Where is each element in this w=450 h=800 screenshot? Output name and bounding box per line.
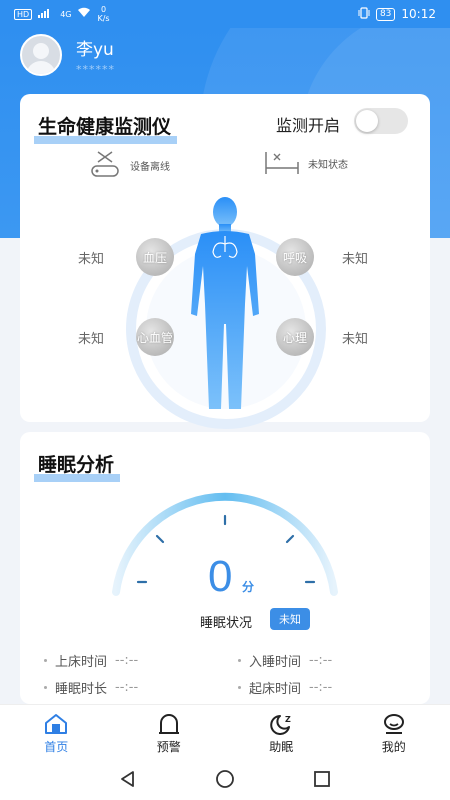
sleep-score: 0 xyxy=(208,552,233,601)
profile-icon xyxy=(382,713,406,735)
bed-status: 未知状态 xyxy=(264,150,348,176)
metric-cardiovascular[interactable]: 心血管 xyxy=(136,318,174,356)
human-body-figure xyxy=(191,197,259,409)
moon-icon: Z xyxy=(268,713,294,735)
metric-value-respiration: 未知 xyxy=(342,252,369,267)
avatar[interactable] xyxy=(20,34,62,76)
body-diagram: 血压 呼吸 心血管 心理 未知 未知 未知 未知 xyxy=(20,194,430,429)
metric-value-cardiovascular: 未知 xyxy=(78,332,105,347)
monitor-toggle-label: 监测开启 xyxy=(275,116,340,135)
recents-icon[interactable] xyxy=(312,769,332,793)
tab-home[interactable]: 首页 xyxy=(0,705,113,762)
metric-respiration[interactable]: 呼吸 xyxy=(276,238,314,276)
hd-badge: HD xyxy=(14,8,33,20)
sleep-analysis-card: 睡眠分析 0 分 睡眠状况 未知 上床时间 --:-- 入睡时间 --:-- 睡眠时… xyxy=(20,432,430,704)
alert-icon xyxy=(157,713,181,735)
tab-alert[interactable]: 预警 xyxy=(113,705,226,762)
vibrate-icon xyxy=(358,6,370,22)
system-nav-bar xyxy=(0,762,450,800)
metric-value-blood-pressure: 未知 xyxy=(78,252,105,267)
metric-value-psychology: 未知 xyxy=(342,332,369,347)
sleep-title: 睡眠分析 xyxy=(34,450,121,482)
info-sleep-onset: 入睡时间 --:-- xyxy=(238,651,332,670)
svg-text:Z: Z xyxy=(285,715,291,724)
monitor-title: 生命健康监测仪 xyxy=(34,112,178,144)
bed-icon xyxy=(264,150,300,176)
tab-sleep-aid[interactable]: Z 助眠 xyxy=(225,705,338,762)
status-bar: HD 4G 0 K/s 83 10:12 xyxy=(0,0,450,28)
device-status: 设备离线 xyxy=(88,150,170,180)
sleep-state-label: 睡眠状况 xyxy=(200,616,253,631)
back-icon[interactable] xyxy=(118,769,138,793)
info-sleep-duration: 睡眠时长 --:-- xyxy=(44,678,138,697)
sleep-score-unit: 分 xyxy=(242,580,255,594)
tab-profile[interactable]: 我的 xyxy=(338,705,450,762)
metric-blood-pressure[interactable]: 血压 xyxy=(136,238,174,276)
info-bed-time: 上床时间 --:-- xyxy=(44,651,138,670)
metric-psychology[interactable]: 心理 xyxy=(276,318,314,356)
user-profile-row[interactable]: 李yu ****** xyxy=(20,34,115,76)
device-offline-icon xyxy=(88,150,122,180)
clock: 10:12 xyxy=(401,7,436,21)
battery-indicator: 83 xyxy=(375,7,396,21)
net-speed: 0 K/s xyxy=(97,5,110,23)
health-monitor-card: 生命健康监测仪 监测开启 设备离线 未知状态 血压 呼吸 心血管 心理 未知 未… xyxy=(20,94,430,429)
info-wake-time: 起床时间 --:-- xyxy=(238,678,332,697)
home-nav-icon[interactable] xyxy=(215,769,235,793)
bottom-tab-bar: 首页 预警 Z 助眠 我的 xyxy=(0,704,450,762)
user-name: 李yu xyxy=(76,39,114,60)
home-icon xyxy=(44,713,68,735)
user-subtitle: ****** xyxy=(76,62,115,76)
signal-icon xyxy=(38,7,54,21)
net-type: 4G xyxy=(60,9,72,19)
monitor-toggle[interactable] xyxy=(354,108,408,134)
sleep-state-badge: 未知 xyxy=(270,608,310,630)
wifi-icon xyxy=(77,7,91,21)
